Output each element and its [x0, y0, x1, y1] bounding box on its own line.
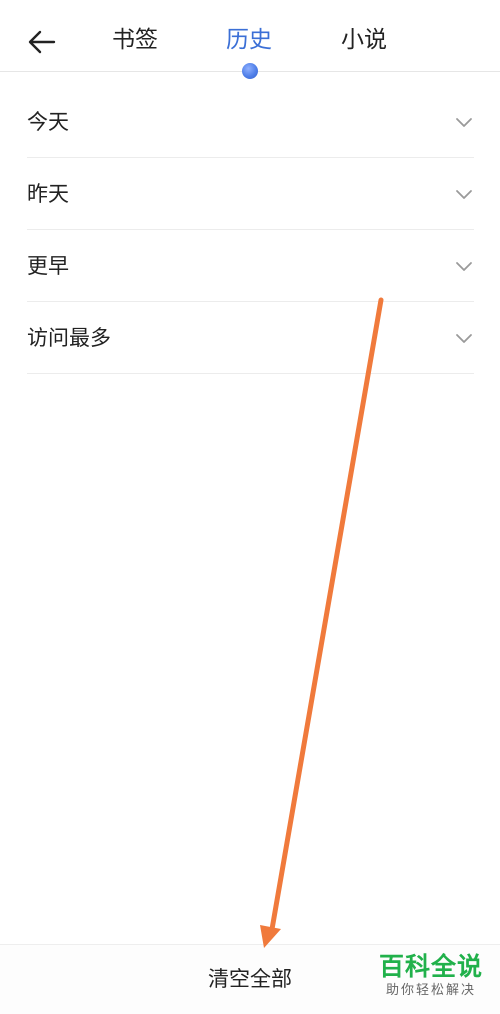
tab-bookmarks[interactable]: 书签: [112, 22, 158, 58]
history-group-today[interactable]: 今天: [27, 86, 474, 158]
history-group-label: 昨天: [27, 182, 69, 206]
history-group-label: 今天: [27, 110, 69, 134]
chevron-down-icon: [456, 334, 472, 343]
arrow-left-icon: [28, 30, 56, 54]
clear-all-button[interactable]: 清空全部: [180, 959, 320, 999]
history-group-yesterday[interactable]: 昨天: [27, 158, 474, 230]
history-group-earlier[interactable]: 更早: [27, 230, 474, 302]
history-group-label: 访问最多: [27, 326, 111, 350]
history-group-most-visited[interactable]: 访问最多: [27, 302, 474, 374]
history-group-list: 今天 昨天 更早 访问最多: [0, 86, 500, 374]
tab-history[interactable]: 历史: [226, 22, 272, 58]
watermark-logo: 百科全说 助你轻松解决: [370, 952, 492, 1000]
annotation-arrow-shaft: [268, 297, 384, 938]
watermark-title: 百科全说: [378, 952, 483, 981]
chevron-down-icon: [456, 262, 472, 271]
watermark-subtitle: 助你轻松解决: [385, 983, 476, 998]
chevron-down-icon: [456, 118, 472, 127]
top-tab-bar: 书签 历史 小说: [0, 0, 500, 79]
history-group-label: 更早: [27, 254, 69, 278]
tab-novels[interactable]: 小说: [341, 22, 387, 58]
history-page: 书签 历史 小说 今天 昨天 更早 访问最多 清空全部 百科全说 助你轻松解决: [0, 0, 500, 1014]
active-tab-indicator: [242, 63, 258, 79]
chevron-down-icon: [456, 190, 472, 199]
back-button[interactable]: [22, 22, 62, 62]
